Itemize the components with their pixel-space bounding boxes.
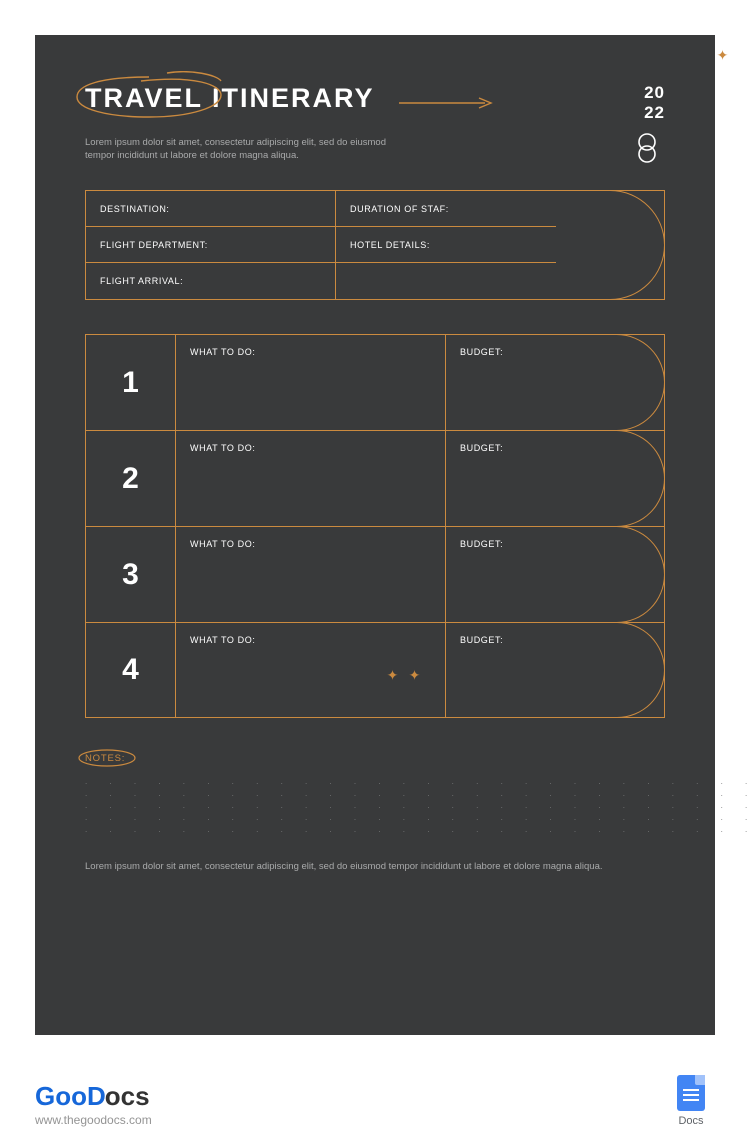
info-cap (610, 191, 664, 299)
budget-label: BUDGET: (460, 347, 503, 357)
header: TRAVEL ITINERARY 20 22 (85, 83, 665, 122)
logo-goo: Goo (35, 1081, 87, 1111)
sparkle-icon: ✦ (409, 667, 421, 684)
year: 20 22 (644, 83, 665, 122)
day-row: 3 WHAT TO DO: BUDGET: (85, 526, 665, 622)
year-bottom: 22 (644, 103, 665, 123)
brand-url: www.thegoodocs.com (35, 1113, 152, 1127)
day-row: 4 WHAT TO DO:✦✦ BUDGET: (85, 622, 665, 718)
logo-d: D (87, 1081, 105, 1111)
what-to-do: WHAT TO DO: (176, 431, 446, 526)
page-title: TRAVEL ITINERARY (85, 83, 375, 114)
days-list: 1 WHAT TO DO: BUDGET:✦ 2 WHAT TO DO: BUD… (85, 334, 665, 718)
docs-badge: Docs (677, 1075, 705, 1127)
day-cap (614, 335, 664, 430)
year-top: 20 (644, 83, 665, 103)
day-cap (614, 527, 664, 622)
flight-arr-cell: FLIGHT ARRIVAL: (86, 263, 336, 299)
sparkle-icon: ✦ (387, 667, 399, 684)
info-box: DESTINATION: DURATION OF STAF:✦ FLIGHT D… (85, 190, 665, 300)
arrow-icon (399, 97, 495, 109)
itinerary-page: TRAVEL ITINERARY 20 22 Lorem ipsum dolor… (35, 35, 715, 1035)
destination-cell: DESTINATION: (86, 191, 336, 227)
day-row: 1 WHAT TO DO: BUDGET:✦ (85, 334, 665, 430)
docs-label: Docs (678, 1115, 703, 1127)
day-number: 1 (86, 335, 176, 430)
rings-icon (635, 132, 659, 166)
intro-row: Lorem ipsum dolor sit amet, consectetur … (85, 136, 665, 166)
day-row: 2 WHAT TO DO: BUDGET: (85, 430, 665, 526)
notes-text: NOTES: (85, 753, 125, 764)
day-number: 3 (86, 527, 176, 622)
notes-section: NOTES: . . . . . . . . . . . . . . . . .… (85, 748, 665, 836)
footer-paragraph: Lorem ipsum dolor sit amet, consectetur … (85, 860, 605, 874)
flight-dep-cell: FLIGHT DEPARTMENT: (86, 227, 336, 263)
day-cap (614, 431, 664, 526)
day-number: 2 (86, 431, 176, 526)
what-label: WHAT TO DO: (190, 635, 255, 645)
notes-label: NOTES: (85, 753, 125, 764)
title-wrap: TRAVEL ITINERARY (85, 83, 375, 114)
notes-dots: . . . . . . . . . . . . . . . . . . . . … (85, 776, 665, 836)
day-cap (614, 623, 664, 717)
duration-label: DURATION OF STAF: (350, 204, 449, 214)
what-to-do: WHAT TO DO: ✦ ✦ (176, 623, 446, 717)
what-to-do: WHAT TO DO: (176, 335, 446, 430)
day-number: 4 (86, 623, 176, 717)
branding-bar: GooDocs www.thegoodocs.com Docs (35, 1075, 715, 1127)
sparkle-icon: ✦ (717, 47, 729, 64)
intro-text: Lorem ipsum dolor sit amet, consectetur … (85, 136, 395, 163)
logo-ocs: ocs (105, 1081, 150, 1111)
goodocs-logo: GooDocs (35, 1081, 152, 1112)
brand-left: GooDocs www.thegoodocs.com (35, 1081, 152, 1127)
google-docs-icon (677, 1075, 705, 1111)
what-to-do: WHAT TO DO: (176, 527, 446, 622)
